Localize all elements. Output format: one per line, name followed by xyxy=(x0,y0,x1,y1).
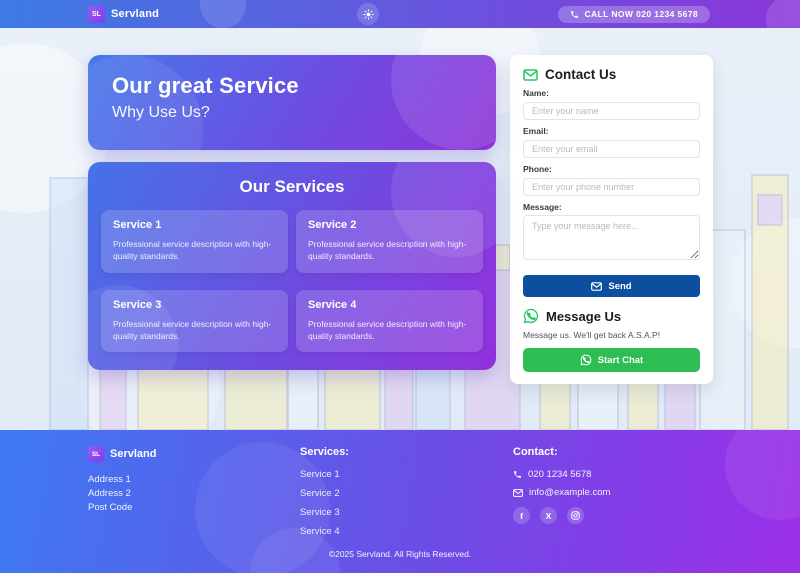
message-label: Message: xyxy=(523,202,700,212)
whatsapp-icon xyxy=(580,354,592,366)
theme-toggle-button[interactable] xyxy=(357,3,379,25)
service-card-1[interactable]: Service 1 Professional service descripti… xyxy=(101,210,288,273)
footer-services-heading: Services: xyxy=(300,446,513,458)
footer-brand[interactable]: SL Servland xyxy=(88,446,300,462)
contact-form-title: Contact Us xyxy=(545,67,616,82)
phone-icon xyxy=(570,10,579,19)
navbar: SL Servland CALL NOW 020 xyxy=(0,0,800,28)
message-us-note: Message us. We'll get back A.S.A.P! xyxy=(523,330,700,340)
contact-card: Contact Us Name: Email: Phone: Message: … xyxy=(510,55,713,384)
email-label: Email: xyxy=(523,126,700,136)
hero-decor-circle xyxy=(88,55,203,150)
footer: SL Servland Address 1 Address 2 Post Cod… xyxy=(0,430,800,573)
footer-services-column: Services: Service 1 Service 2 Service 3 … xyxy=(300,446,513,545)
hero-subtitle: Why Use Us? xyxy=(112,104,472,122)
phone-input[interactable] xyxy=(523,178,700,196)
hero-banner: Our great Service Why Use Us? xyxy=(88,55,496,150)
footer-brand-name: Servland xyxy=(110,448,156,460)
footer-link-service-3[interactable]: Service 3 xyxy=(300,507,513,518)
footer-contact-heading: Contact: xyxy=(513,446,712,458)
send-button[interactable]: Send xyxy=(523,275,700,297)
message-textarea[interactable] xyxy=(523,215,700,260)
left-column: Our great Service Why Use Us? Our Servic… xyxy=(88,55,496,384)
service-card-3[interactable]: Service 3 Professional service descripti… xyxy=(101,290,288,353)
facebook-icon[interactable]: f xyxy=(513,507,530,524)
footer-link-service-1[interactable]: Service 1 xyxy=(300,469,513,480)
brand[interactable]: SL Servland xyxy=(88,6,159,23)
footer-email[interactable]: info@example.com xyxy=(513,487,712,498)
start-chat-label: Start Chat xyxy=(598,355,643,366)
footer-contact-column: Contact: 020 1234 5678 info@example.com … xyxy=(513,446,712,545)
footer-email-address: info@example.com xyxy=(529,487,610,498)
email-input[interactable] xyxy=(523,140,700,158)
main-section: Our great Service Why Use Us? Our Servic… xyxy=(0,28,800,430)
footer-logo: SL xyxy=(88,446,104,462)
service-description: Professional service description with hi… xyxy=(308,238,471,263)
footer-phone[interactable]: 020 1234 5678 xyxy=(513,469,712,480)
social-links: f X xyxy=(513,507,712,524)
footer-brand-column: SL Servland Address 1 Address 2 Post Cod… xyxy=(88,446,300,545)
footer-columns: SL Servland Address 1 Address 2 Post Cod… xyxy=(0,430,800,545)
services-grid: Service 1 Professional service descripti… xyxy=(101,210,483,352)
call-now-button[interactable]: CALL NOW 020 1234 5678 xyxy=(558,6,710,23)
instagram-icon[interactable] xyxy=(567,507,584,524)
service-title: Service 4 xyxy=(308,299,471,311)
send-envelope-icon xyxy=(591,282,602,291)
address-line-3: Post Code xyxy=(88,502,300,514)
services-heading: Our Services xyxy=(101,177,483,197)
page: SL Servland CALL NOW 020 xyxy=(0,0,800,573)
envelope-icon xyxy=(513,489,523,497)
navbar-inner: SL Servland CALL NOW 020 xyxy=(0,0,800,28)
footer-link-service-4[interactable]: Service 4 xyxy=(300,526,513,537)
send-button-label: Send xyxy=(608,281,631,292)
footer-link-service-2[interactable]: Service 2 xyxy=(300,488,513,499)
instagram-glyph xyxy=(571,511,580,520)
message-us-title: Message Us xyxy=(546,309,621,324)
contact-form-header: Contact Us xyxy=(523,67,700,82)
call-now-label: CALL NOW 020 1234 5678 xyxy=(584,9,698,19)
hero-decor-circle xyxy=(391,55,496,150)
message-us-header: Message Us xyxy=(523,308,700,324)
service-title: Service 3 xyxy=(113,299,276,311)
sun-icon xyxy=(363,9,374,20)
brand-name: Servland xyxy=(111,8,159,20)
envelope-icon xyxy=(523,69,538,81)
service-card-2[interactable]: Service 2 Professional service descripti… xyxy=(296,210,483,273)
service-description: Professional service description with hi… xyxy=(113,238,276,263)
phone-label: Phone: xyxy=(523,164,700,174)
service-title: Service 2 xyxy=(308,219,471,231)
whatsapp-icon xyxy=(523,308,539,324)
phone-icon xyxy=(513,470,522,479)
address-line-1: Address 1 xyxy=(88,474,300,486)
copyright-text: ©2025 Servland. All Rights Reserved. xyxy=(0,549,800,559)
name-input[interactable] xyxy=(523,102,700,120)
content-container: Our great Service Why Use Us? Our Servic… xyxy=(0,28,800,384)
service-title: Service 1 xyxy=(113,219,276,231)
brand-logo: SL xyxy=(88,6,105,23)
address-line-2: Address 2 xyxy=(88,488,300,500)
name-label: Name: xyxy=(523,88,700,98)
service-card-4[interactable]: Service 4 Professional service descripti… xyxy=(296,290,483,353)
service-description: Professional service description with hi… xyxy=(113,318,276,343)
start-chat-button[interactable]: Start Chat xyxy=(523,348,700,372)
x-icon[interactable]: X xyxy=(540,507,557,524)
hero-title: Our great Service xyxy=(112,73,472,99)
services-section: Our Services Service 1 Professional serv… xyxy=(88,162,496,370)
footer-phone-number: 020 1234 5678 xyxy=(528,469,591,480)
service-description: Professional service description with hi… xyxy=(308,318,471,343)
